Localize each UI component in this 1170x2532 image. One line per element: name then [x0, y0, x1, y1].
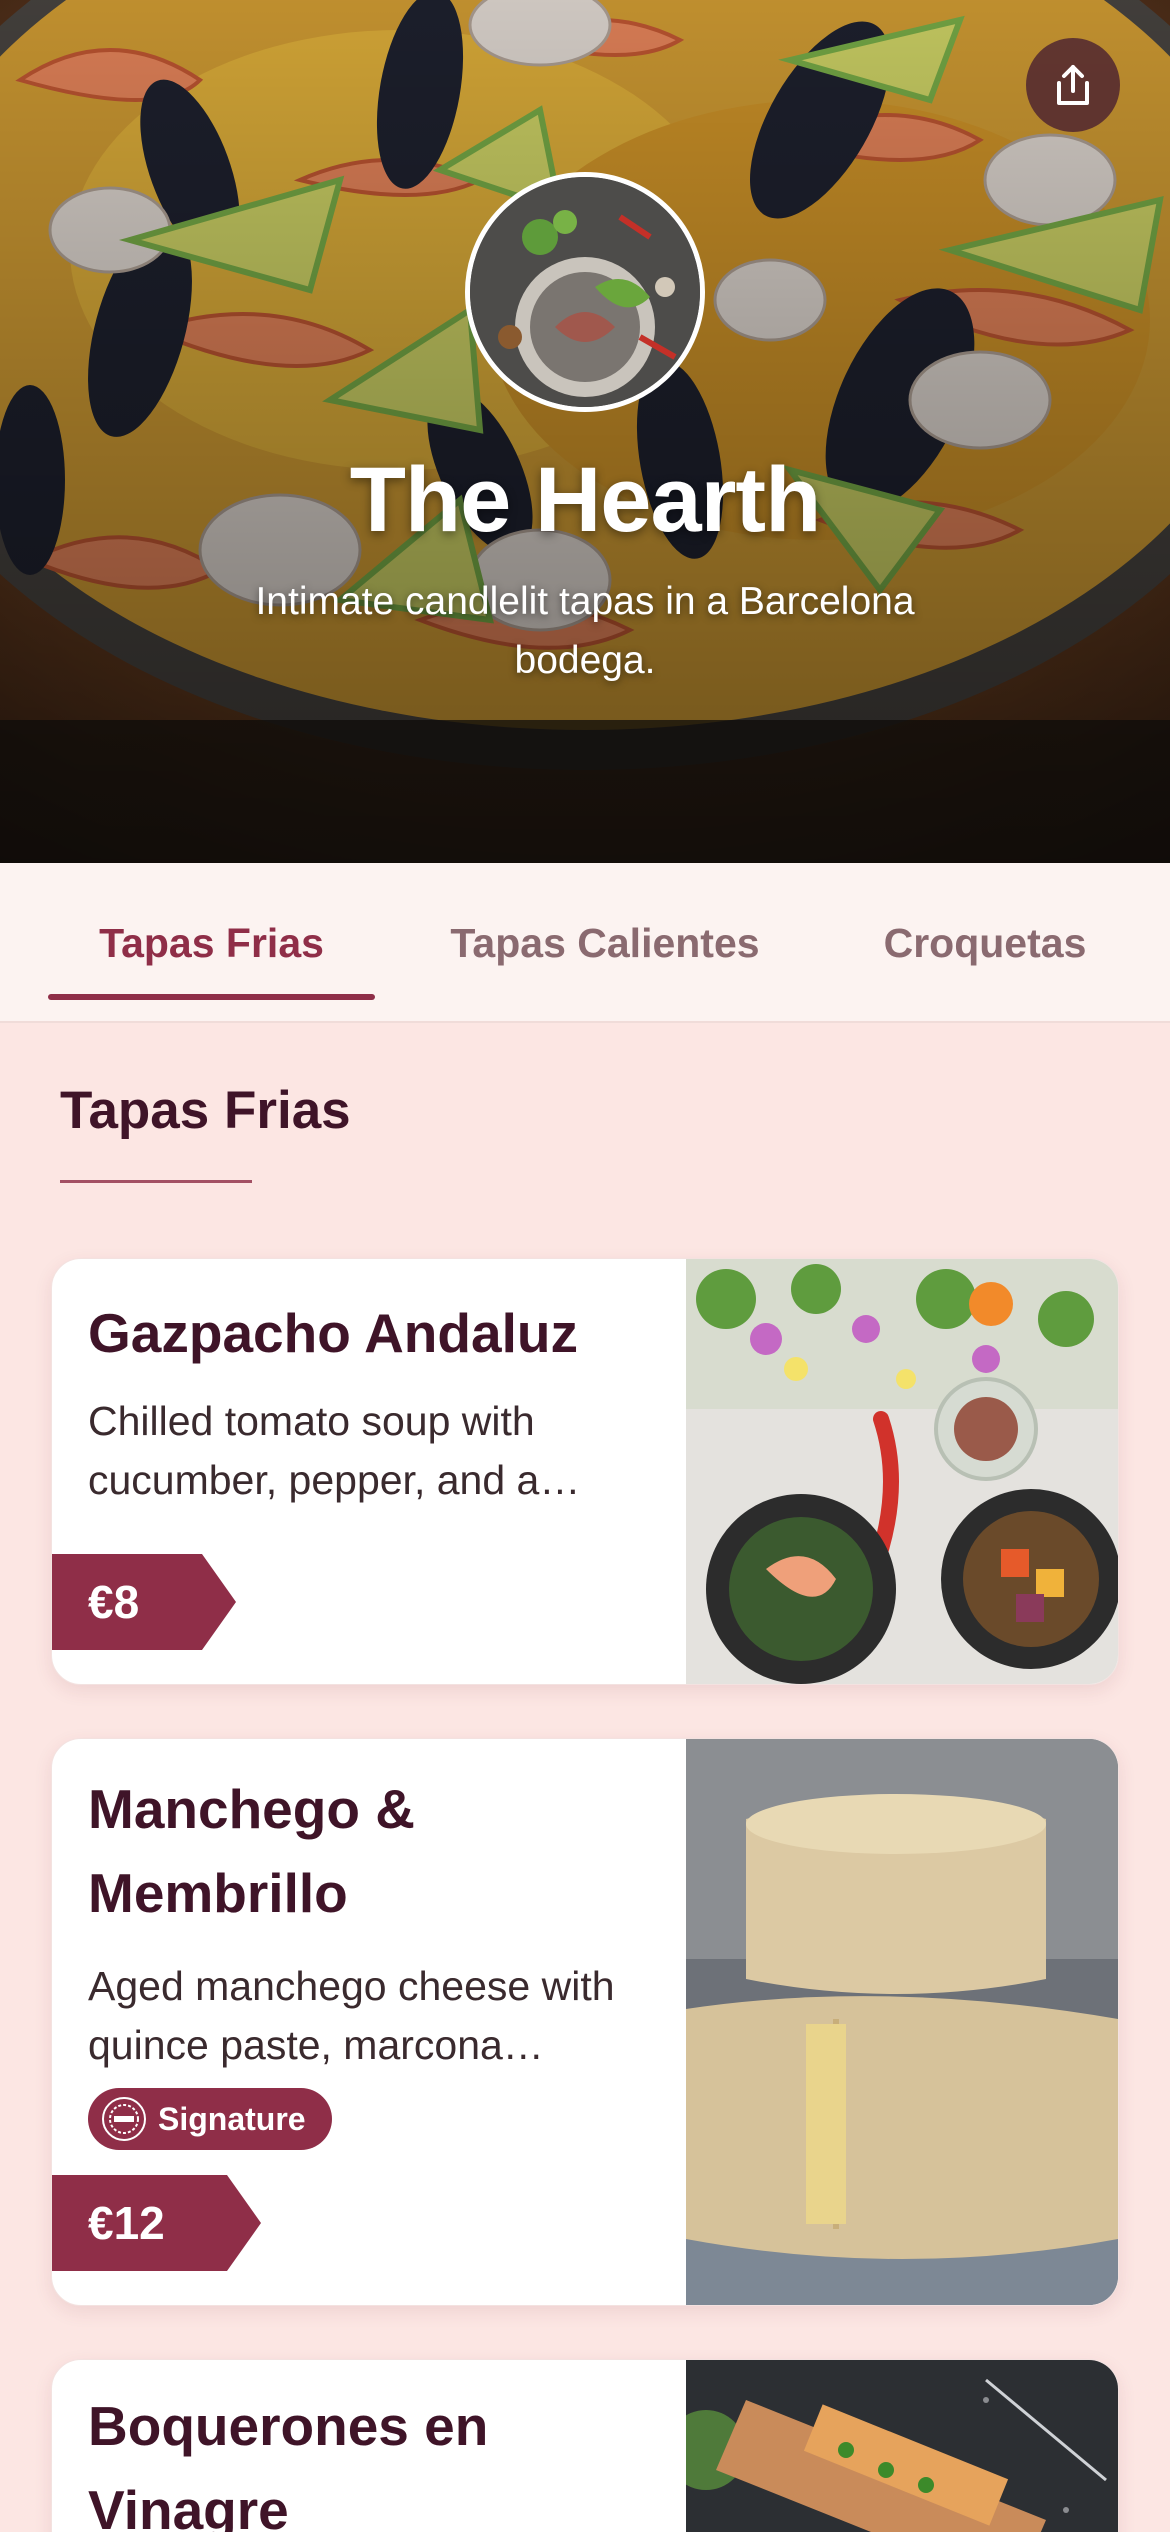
section-divider: [60, 1180, 252, 1183]
active-tab-indicator: [48, 994, 375, 1000]
menu-item-name: Gazpacho Andaluz: [88, 1302, 578, 1364]
menu-item-card[interactable]: Boquerones en Vinagre: [51, 2359, 1119, 2532]
staff-pick-seal: [109, 2104, 139, 2134]
share-button[interactable]: [1026, 38, 1120, 132]
badge-label: Signature: [158, 2100, 306, 2137]
price-tag-arrow: [202, 1554, 236, 1650]
description-line: Chilled tomato soup with: [88, 1398, 535, 1444]
name-line: Manchego &: [88, 1778, 415, 1840]
price-tag: €8: [52, 1554, 202, 1650]
section-title: Tapas Frias: [60, 1081, 351, 1140]
menu-item-image: [686, 2360, 1118, 2532]
menu-item-description: Chilled tomato soup with cucumber, peppe…: [88, 1392, 668, 1510]
menu-item-price: €8: [88, 1576, 140, 1628]
price-tag: €12: [52, 2175, 227, 2271]
price-tag-arrow: [227, 2175, 261, 2271]
category-tabs: Tapas Frias Tapas Calientes Croquetas: [0, 863, 1170, 1023]
boquerones-photo: [686, 2360, 1118, 2532]
staff-pick-icon: [102, 2097, 146, 2141]
share-icon: [1057, 65, 1089, 105]
tab-tapas-calientes[interactable]: Tapas Calientes: [420, 863, 790, 1023]
avatar-food-image: [470, 177, 700, 407]
tab-croquetas[interactable]: Croquetas: [860, 863, 1110, 1023]
menu-page: The Hearth Intimate candlelit tapas in a…: [0, 0, 1170, 2532]
menu-item-price: €12: [88, 2197, 165, 2249]
name-line: Boquerones en: [88, 2395, 489, 2457]
hero-overlay: [0, 0, 1170, 863]
name-line: Vinagre: [88, 2479, 289, 2532]
menu-item-image: [686, 1259, 1118, 1684]
description-line: cucumber, pepper, and a…: [88, 1457, 581, 1503]
menu-item-image: [686, 1739, 1118, 2305]
restaurant-name: The Hearth: [349, 449, 822, 551]
restaurant-avatar: [465, 172, 705, 412]
manchego-cheese-photo: [686, 1739, 1118, 2305]
hero-banner: The Hearth Intimate candlelit tapas in a…: [0, 0, 1170, 863]
signature-badge: Signature: [88, 2088, 332, 2150]
description-line: quince paste, marcona…: [88, 2022, 544, 2068]
menu-item-name: Boquerones en Vinagre: [88, 2384, 688, 2532]
salad-bowls-photo: [686, 1259, 1118, 1684]
menu-item-card[interactable]: Manchego & Membrillo Aged manchego chees…: [51, 1738, 1119, 2306]
restaurant-tagline: Intimate candlelit tapas in a Barcelona …: [255, 580, 915, 682]
menu-item-name: Manchego & Membrillo: [88, 1767, 688, 1935]
name-line: Membrillo: [88, 1862, 348, 1924]
menu-item-description: Aged manchego cheese with quince paste, …: [88, 1957, 668, 2075]
menu-item-card[interactable]: Gazpacho Andaluz Chilled tomato soup wit…: [51, 1258, 1119, 1685]
description-line: Aged manchego cheese with: [88, 1963, 615, 2009]
